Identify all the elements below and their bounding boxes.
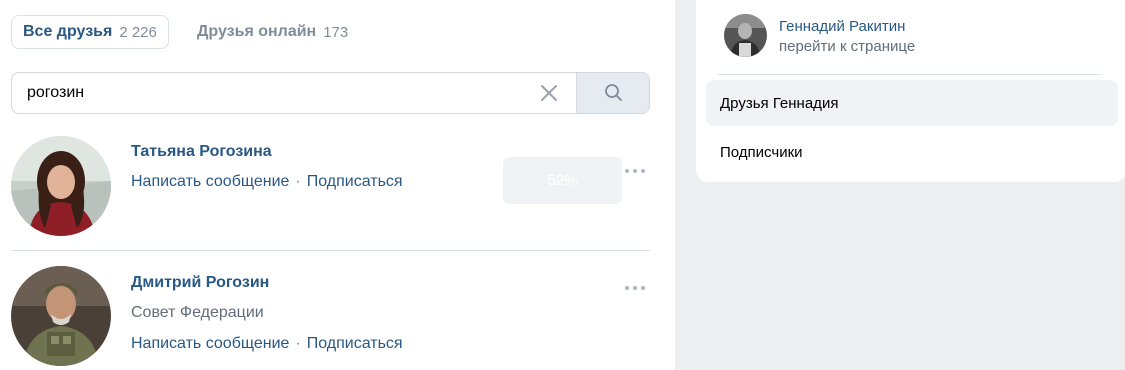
search-icon bbox=[605, 84, 622, 101]
avatar[interactable] bbox=[724, 14, 767, 57]
row-divider bbox=[11, 250, 650, 251]
profile-name-link[interactable]: Геннадий Ракитин bbox=[779, 18, 905, 35]
close-icon[interactable] bbox=[539, 83, 559, 103]
sidebar-divider bbox=[718, 74, 1102, 75]
sidebar-item-followers[interactable]: Подписчики bbox=[706, 129, 1118, 175]
subscribe-link[interactable]: Подписаться bbox=[307, 335, 403, 352]
tab-all-friends-count: 2 226 bbox=[119, 23, 157, 41]
friend-actions: Написать сообщение · Подписаться bbox=[131, 335, 403, 353]
search-button[interactable] bbox=[576, 73, 649, 113]
write-message-link[interactable]: Написать сообщение bbox=[131, 173, 289, 190]
friend-name-link[interactable]: Татьяна Рогозина bbox=[131, 143, 272, 161]
sidebar-item-label: Подписчики bbox=[720, 143, 803, 161]
friend-subtitle: Совет Федерации bbox=[131, 304, 264, 321]
sidebar-item-friends[interactable]: Друзья Геннадия bbox=[706, 80, 1118, 126]
separator-dot: · bbox=[295, 173, 301, 190]
tab-friends-online[interactable]: Друзья онлайн 173 bbox=[197, 15, 348, 49]
tab-all-friends[interactable]: Все друзья 2 226 bbox=[11, 15, 169, 49]
tab-all-friends-label: Все друзья bbox=[23, 23, 113, 40]
avatar[interactable] bbox=[11, 266, 111, 366]
subscribe-link[interactable]: Подписаться bbox=[307, 173, 403, 190]
write-message-link[interactable]: Написать сообщение bbox=[131, 335, 289, 352]
search-input[interactable] bbox=[12, 73, 532, 113]
tab-friends-online-count: 173 bbox=[323, 23, 349, 41]
avatar[interactable] bbox=[11, 136, 111, 236]
progress-percent: 52% bbox=[547, 172, 578, 189]
more-icon[interactable] bbox=[623, 165, 647, 177]
friend-name-link[interactable]: Дмитрий Рогозин bbox=[131, 274, 269, 292]
search-box bbox=[11, 72, 650, 114]
tab-friends-online-label: Друзья онлайн bbox=[197, 23, 317, 40]
more-icon[interactable] bbox=[623, 282, 647, 294]
go-to-page-link[interactable]: перейти к странице bbox=[779, 38, 915, 55]
loading-progress-overlay: 52% bbox=[503, 157, 622, 204]
separator-dot: · bbox=[295, 335, 301, 352]
sidebar-item-label: Друзья Геннадия bbox=[720, 94, 839, 112]
friend-actions: Написать сообщение · Подписаться bbox=[131, 173, 403, 191]
